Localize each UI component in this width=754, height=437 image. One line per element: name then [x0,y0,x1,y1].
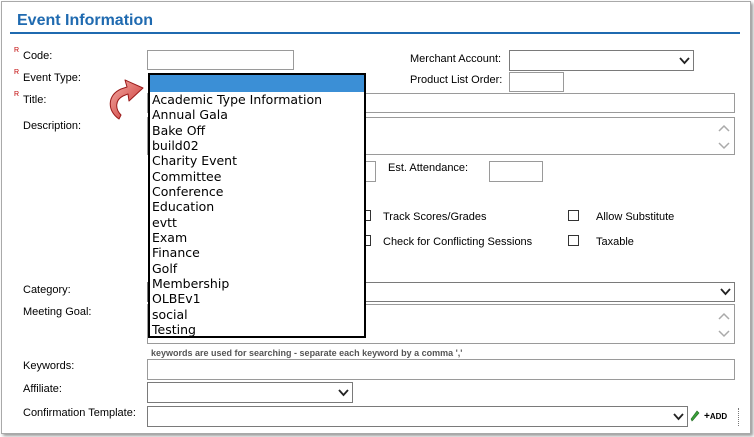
add-label: ADD [709,412,728,421]
event-type-option[interactable]: build02 [152,138,322,153]
chevron-down-icon [673,412,684,420]
event-type-option[interactable]: social [152,307,322,322]
keywords-hint: keywords are used for searching - separa… [151,348,463,358]
event-type-option[interactable]: Golf [152,261,322,276]
chevron-down-icon [338,388,349,396]
confirmation-template-label: Confirmation Template: [23,407,136,419]
event-type-option[interactable]: evtt [152,215,322,230]
event-type-option[interactable]: Bake Off [152,123,322,138]
track-scores-label: Track Scores/Grades [383,211,487,223]
required-marker: R [14,91,20,98]
affiliate-label: Affiliate: [23,383,62,395]
event-type-option[interactable]: Committee [152,169,322,184]
event-information-panel: Event Information R Code: R Event Type: … [1,1,751,434]
code-label: Code: [23,50,53,62]
allow-substitute-label: Allow Substitute [596,211,675,223]
est-attendance-input[interactable] [489,161,543,182]
merchant-account-select[interactable] [509,50,694,71]
keywords-input[interactable] [147,359,735,380]
meeting-goal-label: Meeting Goal: [23,306,92,318]
add-template-button[interactable]: +ADD [704,411,727,422]
product-list-order-input[interactable] [509,72,564,92]
event-type-option[interactable]: Charity Event [152,153,322,168]
event-type-dropdown[interactable]: Academic Type Information Annual Gala Bake… [148,73,366,338]
event-type-option[interactable]: Membership [152,276,322,291]
check-conflicting-label: Check for Conflicting Sessions [383,236,533,248]
description-label: Description: [23,120,82,132]
event-type-option[interactable]: Finance [152,245,322,260]
event-type-options: Academic Type Information Annual Gala Bake… [152,92,322,338]
category-label: Category: [23,284,71,296]
chevron-down-icon [720,288,731,296]
scroll-down-icon[interactable] [718,329,730,339]
product-list-order-label: Product List Order: [410,74,503,86]
pencil-edit-icon[interactable] [690,410,700,422]
event-type-option[interactable]: OLBEv1 [152,291,322,306]
scroll-up-icon[interactable] [718,311,730,321]
required-marker: R [14,47,20,54]
title-divider [10,32,740,34]
affiliate-select[interactable] [147,382,353,403]
taxable-label: Taxable [596,236,634,248]
event-type-option[interactable]: Annual Gala [152,107,322,122]
event-type-option[interactable]: Exam [152,230,322,245]
chevron-down-icon [679,56,690,64]
event-type-option[interactable]: Academic Type Information [152,92,322,107]
scroll-up-icon[interactable] [718,123,730,133]
event-type-label: Event Type: [23,72,81,84]
merchant-account-label: Merchant Account: [410,53,502,65]
est-attendance-label: Est. Attendance: [388,162,469,174]
confirmation-template-select[interactable] [147,406,688,427]
event-type-option[interactable]: Education [152,199,322,214]
separator [738,408,739,426]
curved-arrow-icon [109,79,144,120]
code-input[interactable] [147,50,294,70]
dropdown-selected-row[interactable] [150,75,364,92]
required-marker: R [14,69,20,76]
event-type-option[interactable]: Testing [152,322,322,337]
page-title: Event Information [17,12,154,29]
taxable-checkbox[interactable] [568,235,579,246]
keywords-label: Keywords: [23,360,75,372]
event-type-option[interactable]: Conference [152,184,322,199]
title-label: Title: [23,94,47,106]
scroll-down-icon[interactable] [718,141,730,151]
allow-substitute-checkbox[interactable] [568,210,579,221]
